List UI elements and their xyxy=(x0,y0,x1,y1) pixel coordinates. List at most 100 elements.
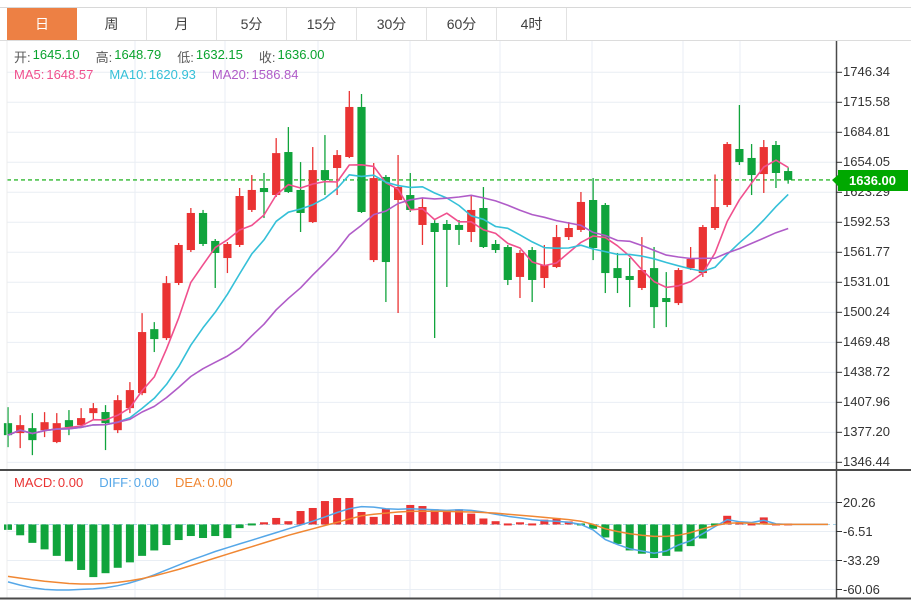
diff-label: DIFF: xyxy=(99,475,132,490)
candle-body xyxy=(747,158,755,175)
macd-bar xyxy=(394,515,402,524)
candle-body xyxy=(687,259,695,268)
macd-bar xyxy=(492,521,500,524)
tab-月[interactable]: 月 xyxy=(147,8,217,40)
candle-body xyxy=(516,253,524,277)
price-axis-label: 1346.44 xyxy=(843,454,890,470)
macd-readout: MACD:0.00 DIFF:0.00 DEA:0.00 xyxy=(14,475,233,490)
price-axis-label: 1715.58 xyxy=(843,94,890,110)
macd-bar xyxy=(248,523,256,525)
macd-bar xyxy=(77,524,85,569)
tab-15分[interactable]: 15分 xyxy=(287,8,357,40)
macd-bar xyxy=(89,524,97,577)
price-axis-label: 1654.05 xyxy=(843,154,890,170)
high-label: 高: xyxy=(96,47,113,66)
macd-bar xyxy=(297,511,305,524)
candle-body xyxy=(321,170,329,180)
macd-bar xyxy=(370,517,378,525)
open-value: 1645.10 xyxy=(33,47,80,66)
candle-body xyxy=(370,178,378,260)
current-price-badge: 1636.00 xyxy=(838,170,908,191)
macd-bar xyxy=(321,501,329,524)
macd-bar xyxy=(467,514,475,525)
macd-bar xyxy=(162,524,170,545)
candle-body xyxy=(772,145,780,173)
macd-bar xyxy=(358,512,366,524)
macd-bar xyxy=(504,523,512,525)
candle-body xyxy=(723,144,731,205)
candle-body xyxy=(272,153,280,195)
macd-axis-label: 20.26 xyxy=(843,495,876,511)
macd-bar xyxy=(28,524,36,542)
candle-body xyxy=(735,149,743,162)
candle-body xyxy=(613,268,621,278)
macd-bar xyxy=(65,524,73,561)
macd-bar xyxy=(479,518,487,524)
macd-bar xyxy=(199,524,207,538)
candle-body xyxy=(150,329,158,339)
macd-bar xyxy=(638,524,646,553)
candle-body xyxy=(89,408,97,413)
tab-5分[interactable]: 5分 xyxy=(217,8,287,40)
close-label: 收: xyxy=(259,47,276,66)
tab-60分[interactable]: 60分 xyxy=(427,8,497,40)
candle-body xyxy=(699,227,707,273)
ma20-value: 1586.84 xyxy=(252,67,299,82)
macd-bar xyxy=(674,524,682,551)
candle-body xyxy=(309,170,317,222)
chart-svg xyxy=(0,0,911,603)
candle-body xyxy=(492,244,500,250)
macd-bar xyxy=(53,524,61,555)
period-tab-bar: 日周月5分15分30分60分4时 xyxy=(0,7,911,41)
ma5-label: MA5: xyxy=(14,67,44,82)
close-value: 1636.00 xyxy=(278,47,325,66)
tab-周[interactable]: 周 xyxy=(77,8,147,40)
candle-body xyxy=(53,423,61,442)
dea-label: DEA: xyxy=(175,475,205,490)
price-axis-label: 1377.20 xyxy=(843,424,890,440)
price-axis-label: 1407.96 xyxy=(843,394,890,410)
tab-日[interactable]: 日 xyxy=(7,8,77,40)
ma5-value: 1648.57 xyxy=(46,67,93,82)
candle-body xyxy=(626,276,634,280)
macd-bar xyxy=(150,524,158,550)
candle-body xyxy=(175,245,183,283)
candle-body xyxy=(565,228,573,237)
macd-bar xyxy=(138,524,146,555)
candle-body xyxy=(40,422,48,430)
macd-bar xyxy=(175,524,183,540)
ohlc-readout: 开:1645.10 高:1648.79 低:1632.15 收:1636.00 xyxy=(14,47,325,66)
macd-bar xyxy=(528,523,536,525)
candle-body xyxy=(345,107,353,157)
ma20-label: MA20: xyxy=(212,67,250,82)
price-axis-label: 1746.34 xyxy=(843,64,890,80)
ma10-label: MA10: xyxy=(109,67,147,82)
candle-body xyxy=(662,298,670,302)
price-axis-label: 1469.48 xyxy=(843,334,890,350)
macd-bar xyxy=(601,524,609,537)
macd-bar xyxy=(516,522,524,524)
macd-bar xyxy=(406,505,414,524)
candle-body xyxy=(504,247,512,280)
candle-body xyxy=(357,107,365,212)
candle-body xyxy=(126,390,134,408)
reference-lines xyxy=(7,180,836,525)
candle-body xyxy=(589,200,597,248)
candle-body xyxy=(540,265,548,278)
price-axis-label: 1531.01 xyxy=(843,274,890,290)
tab-30分[interactable]: 30分 xyxy=(357,8,427,40)
candle-body xyxy=(260,188,268,192)
price-axis-label: 1592.53 xyxy=(843,214,890,230)
candle-body xyxy=(431,223,439,232)
macd-bar xyxy=(272,518,280,524)
candle-body xyxy=(236,196,244,245)
candle-body xyxy=(382,177,390,262)
ma10-value: 1620.93 xyxy=(149,67,196,82)
macd-axis-label: -33.29 xyxy=(843,553,880,569)
candle-body xyxy=(784,171,792,180)
macd-bar xyxy=(284,521,292,524)
candle-body xyxy=(101,412,109,423)
price-axis-label: 1438.72 xyxy=(843,364,890,380)
tab-4时[interactable]: 4时 xyxy=(497,8,567,40)
macd-bar xyxy=(260,522,268,524)
